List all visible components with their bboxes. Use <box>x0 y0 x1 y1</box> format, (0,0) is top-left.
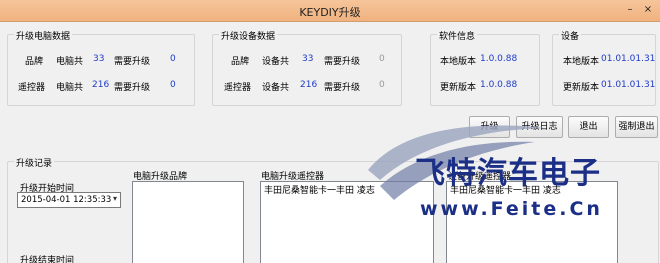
close-button[interactable]: × <box>640 3 656 17</box>
device-brand-count: 33 <box>302 54 314 64</box>
pc-remote-count-label: 电脑共 <box>56 83 84 93</box>
device-remote-need: 0 <box>379 80 385 90</box>
chevron-down-icon[interactable]: ▾ <box>113 194 117 203</box>
pc-brand-label: 品牌 <box>25 57 44 67</box>
device-update-version: 01.01.01.31 <box>601 80 656 90</box>
software-info-group-title: 软件信息 <box>437 29 478 42</box>
record-group-title: 升级记录 <box>14 156 55 169</box>
device-info-group-title: 设备 <box>559 29 582 42</box>
start-time-picker[interactable]: 2015-04-01 12:35:33 ▾ <box>17 192 121 208</box>
software-info-group: 软件信息 本地版本 1.0.0.88 更新版本 1.0.0.88 <box>430 29 540 106</box>
device-remote-count: 216 <box>300 80 318 90</box>
device-local-label: 本地版本 <box>563 57 600 67</box>
software-update-version: 1.0.0.88 <box>480 80 518 90</box>
watermark-company: 飞特汽车电子 <box>415 156 601 191</box>
pc-remote-need: 0 <box>170 80 176 90</box>
window-title: KEYDIY升级 <box>299 6 361 19</box>
device-brand-label: 品牌 <box>231 57 250 67</box>
title-bar: KEYDIY升级 – × <box>0 0 660 22</box>
pc-brand-need: 0 <box>170 54 176 64</box>
software-update-label: 更新版本 <box>440 83 477 93</box>
device-brand-need: 0 <box>379 54 385 64</box>
device-remote-need-label: 需要升级 <box>324 83 361 93</box>
pc-brand-need-label: 需要升级 <box>114 57 151 67</box>
device-update-label: 更新版本 <box>563 83 600 93</box>
minimize-button[interactable]: – <box>622 3 638 17</box>
device-info-group: 设备 本地版本 01.01.01.31 更新版本 01.01.01.31 <box>552 29 656 106</box>
watermark-url: www.Feite.Cn <box>420 198 603 220</box>
device-local-version: 01.01.01.31 <box>601 54 656 64</box>
pc-data-group: 升级电脑数据 品牌 电脑共 33 需要升级 0 遥控器 电脑共 216 需要升级… <box>7 29 195 106</box>
device-brand-count-label: 设备共 <box>262 57 290 67</box>
pc-data-group-title: 升级电脑数据 <box>14 29 73 42</box>
list-item[interactable]: 丰田尼桑智能卡一丰田 凌志 <box>264 183 375 196</box>
device-data-group: 升级设备数据 品牌 设备共 33 需要升级 0 遥控器 设备共 216 需要升级… <box>212 29 402 106</box>
pc-brand-count: 33 <box>93 54 105 64</box>
pc-remote-count: 216 <box>92 80 110 90</box>
device-brand-need-label: 需要升级 <box>324 57 361 67</box>
pc-brand-list[interactable] <box>132 181 244 263</box>
device-data-group-title: 升级设备数据 <box>219 29 278 42</box>
device-remote-label: 遥控器 <box>224 83 252 93</box>
software-local-label: 本地版本 <box>440 57 477 67</box>
end-time-label: 升级结束时间 <box>20 256 75 263</box>
watermark-logo: 飞特汽车电子 www.Feite.Cn <box>360 120 660 230</box>
pc-brand-count-label: 电脑共 <box>56 57 84 67</box>
start-time-value: 2015-04-01 12:35:33 <box>21 195 112 205</box>
device-remote-count-label: 设备共 <box>262 83 290 93</box>
software-local-version: 1.0.0.88 <box>480 54 518 64</box>
pc-remote-label: 遥控器 <box>18 83 46 93</box>
pc-remote-need-label: 需要升级 <box>114 83 151 93</box>
